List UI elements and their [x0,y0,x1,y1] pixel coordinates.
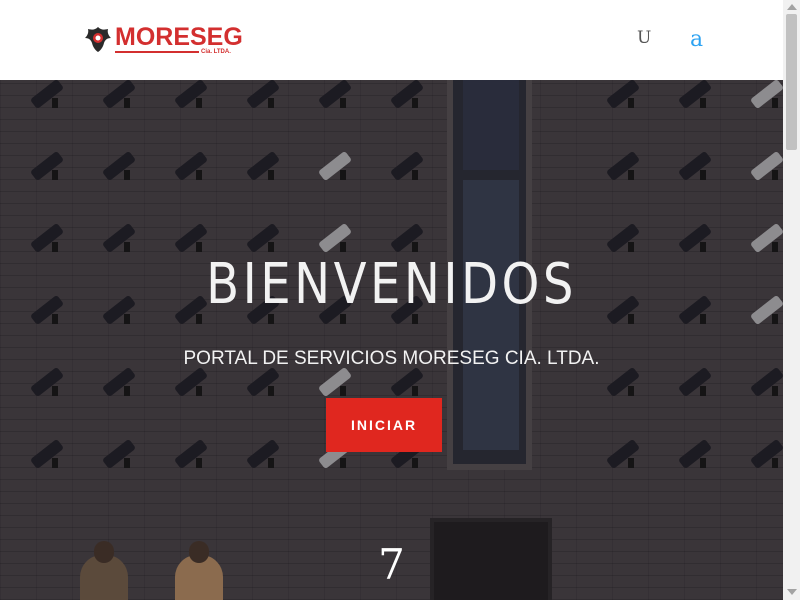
logo-brand-text: MORESEG [115,23,243,51]
nav-item-u[interactable]: U [637,28,651,48]
hero-title: BIENVENIDOS [206,252,577,317]
hero-overlay [0,80,783,600]
hero-number: 7 [378,540,405,589]
hero-section: BIENVENIDOS PORTAL DE SERVICIOS MORESEG … [0,80,783,600]
scroll-up-arrow-icon[interactable] [787,4,797,10]
logo-underline [115,51,199,53]
logo-suffix-text: Cia. LTDA. [201,49,231,55]
hero-subtitle: PORTAL DE SERVICIOS MORESEG CIA. LTDA. [183,348,600,369]
site-header: MORESEG Cia. LTDA. U a [0,0,783,80]
moreseg-logo[interactable]: MORESEG Cia. LTDA. [83,22,243,58]
scroll-down-arrow-icon[interactable] [787,589,797,595]
page-scrollbar[interactable] [783,0,800,600]
nav-item-a[interactable]: a [690,27,703,52]
scrollbar-thumb[interactable] [786,14,797,150]
eagle-emblem-icon [85,27,111,52]
iniciar-button[interactable]: INICIAR [326,398,442,452]
